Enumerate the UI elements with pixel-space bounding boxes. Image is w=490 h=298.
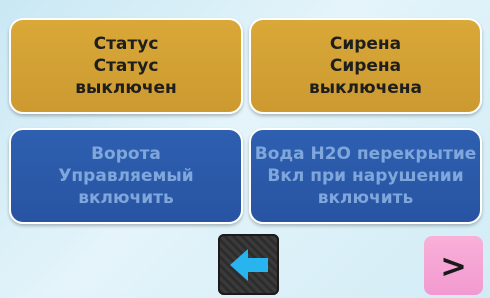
status-tile[interactable]: Статус Статус выключен: [9, 18, 243, 114]
siren-tile-line3: выключена: [308, 78, 423, 98]
siren-tile-line2: Сирена: [329, 56, 402, 76]
arrow-left-icon: [229, 248, 268, 281]
gate-tile-line2: Управляемый: [58, 166, 194, 186]
status-tile-line1: Статус: [93, 34, 159, 54]
water-shutoff-tile-line1: Вода H2O перекрытие: [254, 144, 477, 164]
water-shutoff-tile-line3: включить: [317, 188, 414, 208]
water-shutoff-tile[interactable]: Вода H2O перекрытие Вкл при нарушении вк…: [249, 128, 482, 224]
gate-tile-line1: Ворота: [91, 144, 161, 164]
gate-tile-line3: включить: [78, 188, 174, 208]
siren-tile-line1: Сирена: [329, 34, 402, 54]
status-tile-line3: выключен: [75, 78, 177, 98]
next-button[interactable]: >: [424, 236, 483, 295]
gate-tile[interactable]: Ворота Управляемый включить: [9, 128, 243, 224]
status-tile-line2: Статус: [93, 56, 159, 76]
back-button[interactable]: [218, 234, 279, 295]
next-button-label: >: [440, 246, 467, 285]
siren-tile[interactable]: Сирена Сирена выключена: [249, 18, 482, 114]
water-shutoff-tile-line2: Вкл при нарушении: [267, 166, 464, 186]
